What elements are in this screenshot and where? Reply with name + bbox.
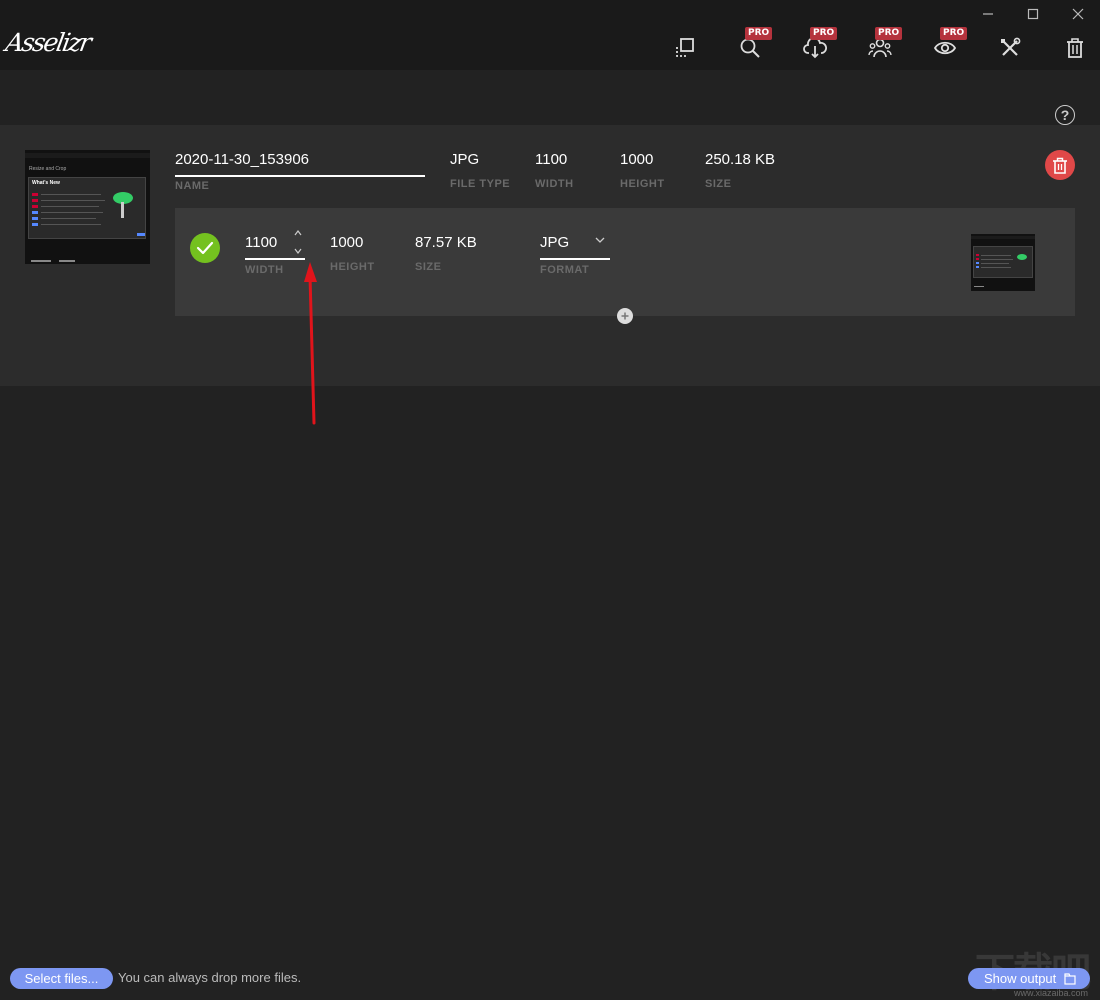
help-icon: ? [1060,107,1070,123]
file-name-underline [175,175,425,177]
pro-badge: PRO [810,27,838,40]
tools-button[interactable] [996,34,1024,62]
file-type-label: FILE TYPE [450,178,511,190]
file-item: Resize and Crop What's New 2020-11-30_15… [0,125,1100,386]
file-size-value: 250.18 KB [705,151,776,168]
chevron-down-icon[interactable] [294,248,302,254]
output-height-value: 1000 [330,234,364,251]
trash-icon [1067,38,1083,58]
output-width-label: WIDTH [245,264,284,276]
format-label: FORMAT [540,264,590,276]
delete-file-button[interactable] [1045,150,1075,180]
resize-button[interactable] [671,34,699,62]
output-size-value: 87.57 KB [415,234,477,251]
show-output-label: Show output [984,971,1057,986]
file-height-value: 1000 [620,151,654,168]
title-bar: Asselizr PRO PRO PRO PRO [0,0,1100,70]
annotation-arrow [304,262,317,425]
resize-icon [676,38,694,57]
chevron-up-icon[interactable] [294,230,302,236]
select-files-button[interactable]: Select files... [10,968,113,989]
output-height-label: HEIGHT [330,261,375,273]
file-size-label: SIZE [705,178,732,190]
file-width-label: WIDTH [535,178,574,190]
maximize-button[interactable] [1022,4,1044,24]
chevron-down-icon[interactable] [594,235,606,245]
minimize-icon [983,13,993,15]
output-width-input[interactable]: 1100 [245,234,277,251]
source-thumbnail: Resize and Crop What's New [25,150,150,264]
success-status [190,233,220,263]
minimize-button[interactable] [977,4,999,24]
file-type-value: JPG [450,151,480,168]
search-icon [740,38,760,58]
thumbnail-whats-new: What's New [32,180,60,186]
thumbnail-heading: Resize and Crop [29,166,67,172]
pro-badge: PRO [875,27,903,40]
eye-icon [933,41,957,55]
add-output-button[interactable] [617,308,633,324]
app-logo: Asselizr [3,28,92,68]
close-button[interactable] [1067,4,1089,24]
users-icon [868,38,892,58]
output-size-label: SIZE [415,261,442,273]
check-icon [196,241,214,255]
format-select[interactable]: JPG [540,234,569,251]
close-icon [1072,8,1084,20]
pro-badge: PRO [745,27,773,40]
plus-icon [621,312,629,320]
drop-hint: You can always drop more files. [118,970,302,985]
app-logo-text: Asselizr [3,28,93,57]
pro-badge: PRO [940,27,968,40]
watermark-url: www.xiazaiba.com [1013,988,1088,998]
tools-icon [1001,37,1021,56]
folder-icon [1064,972,1076,985]
width-stepper[interactable] [292,230,304,254]
maximize-icon [1027,8,1039,20]
file-height-label: HEIGHT [620,178,665,190]
trash-icon [1053,157,1067,174]
output-thumbnail [971,234,1035,291]
cloud-download-icon [803,37,827,59]
show-output-button[interactable]: Show output [968,968,1090,989]
format-underline [540,258,610,260]
clear-all-button[interactable] [1061,34,1089,62]
file-name-value[interactable]: 2020-11-30_153906 [175,151,309,168]
file-width-value: 1100 [535,151,568,168]
file-name-label: NAME [175,180,210,192]
help-button[interactable]: ? [1055,105,1075,125]
